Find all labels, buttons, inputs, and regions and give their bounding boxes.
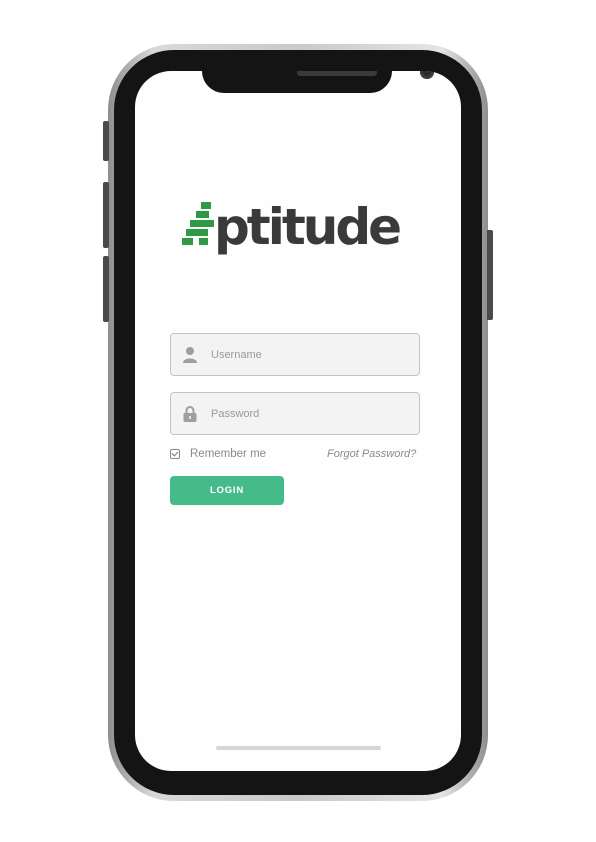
- notch: [202, 71, 434, 93]
- remember-me-checkbox[interactable]: [170, 449, 180, 459]
- phone-volume-down-button: [103, 256, 109, 322]
- app-logo: ptitude: [181, 196, 421, 266]
- remember-me-label: Remember me: [190, 448, 267, 460]
- phone-power-button: [487, 230, 493, 320]
- lock-icon: [183, 406, 197, 422]
- front-camera: [420, 71, 434, 79]
- logo-wordmark: ptitude: [214, 198, 402, 256]
- forgot-password-link[interactable]: Forgot Password?: [327, 448, 416, 460]
- remember-me-toggle[interactable]: Remember me: [170, 448, 266, 460]
- login-button[interactable]: LOGIN: [170, 476, 284, 505]
- password-input[interactable]: [211, 393, 411, 434]
- username-field[interactable]: [170, 333, 420, 376]
- username-input[interactable]: [211, 334, 411, 375]
- password-field[interactable]: [170, 392, 420, 435]
- home-indicator: [216, 746, 381, 750]
- phone-volume-up-button: [103, 182, 109, 248]
- user-icon: [183, 347, 197, 363]
- speaker-grille: [297, 71, 377, 76]
- phone-screen: ptitude Remember me Forgot Password? LOG…: [135, 71, 461, 771]
- phone-mute-switch: [103, 121, 109, 161]
